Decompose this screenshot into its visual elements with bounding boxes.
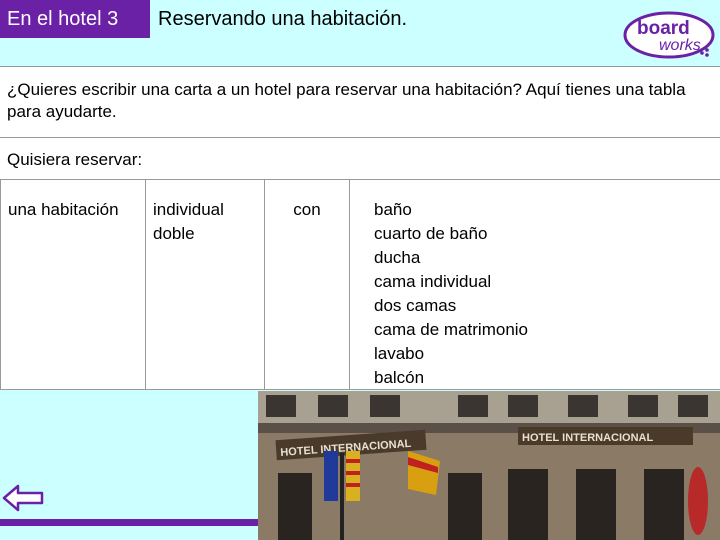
page-title: Reservando una habitación. [158,8,408,30]
table-cell: con [293,200,321,219]
table-cell: lavabo [374,344,425,363]
phrase-table: una habitación individual doble con baño… [0,180,720,390]
logo-text-works: works [659,37,701,54]
logo-text-board: board [637,18,690,39]
table-cell: doble [153,224,195,243]
hotel-photo: HOTEL INTERNACIONAL HOTEL INTERNACIONAL [258,391,720,540]
footer-bar [0,519,258,526]
hotel-sign-right: HOTEL INTERNACIONAL [522,432,653,444]
boardworks-logo: board works [623,11,715,59]
table-cell: dos camas [374,296,457,315]
column-amenities: baño cuarto de baño ducha cama individua… [350,180,720,390]
table-cell: cama individual [374,272,492,291]
back-arrow-icon[interactable] [0,480,46,516]
table-cell: cuarto de baño [374,224,488,243]
column-type: individual doble [146,180,265,390]
table-cell: ducha [374,248,421,267]
table-cell: cama de matrimonio [374,320,529,339]
table-heading: Quisiera reservar: [0,138,720,180]
table-cell: balcón [374,368,425,387]
table-cell: baño [374,200,412,219]
table-cell: individual [153,200,224,219]
chapter-tag: En el hotel 3 [0,0,150,38]
column-room: una habitación [1,180,146,390]
intro-text: ¿Quieres escribir una carta a un hotel p… [0,66,720,138]
column-with: con [265,180,350,390]
table-cell: una habitación [8,200,119,219]
